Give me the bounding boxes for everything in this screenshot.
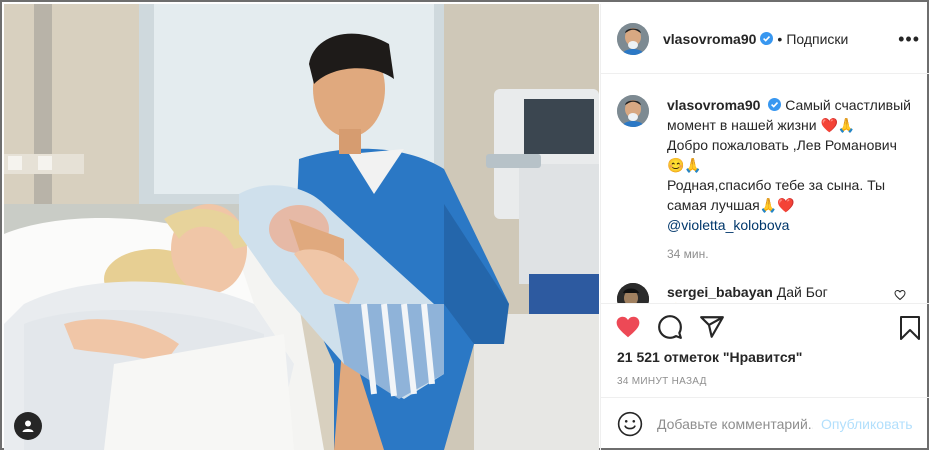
share-icon[interactable] <box>699 314 725 340</box>
comment-body: Дай Бог <box>776 284 828 300</box>
user-tag-button[interactable] <box>14 412 42 440</box>
post-actions: 21 521 отметок "Нравится" 34 МИНУТ НАЗАД <box>601 303 929 393</box>
avatar-image <box>617 95 649 127</box>
post-modal: vlasovroma90 • Подписки ••• vlasovroma90… <box>0 0 929 450</box>
smile-icon[interactable] <box>617 411 643 437</box>
caption: vlasovroma90 Самый счастливый момент в н… <box>617 95 914 235</box>
author-username[interactable]: vlasovroma90 <box>663 31 756 47</box>
more-options-icon[interactable]: ••• <box>898 30 920 48</box>
user-tag-icon <box>22 420 34 432</box>
publish-button[interactable]: Опубликовать <box>821 416 913 432</box>
comments-section: vlasovroma90 Самый счастливый момент в н… <box>601 75 929 303</box>
likes-count[interactable]: 21 521 отметок "Нравится" <box>617 349 802 365</box>
author-avatar[interactable] <box>617 22 649 55</box>
commenter-username[interactable]: sergei_babayan <box>667 284 773 300</box>
like-icon[interactable] <box>615 314 641 340</box>
caption-mention-link[interactable]: @violetta_kolobova <box>667 217 789 233</box>
post-date[interactable]: 34 МИНУТ НАЗАД <box>617 376 707 387</box>
comment-icon[interactable] <box>657 314 683 340</box>
caption-time[interactable]: 34 мин. <box>667 247 914 261</box>
post-details-panel: vlasovroma90 • Подписки ••• vlasovroma90… <box>600 4 929 450</box>
caption-emoji-2: 😊🙏 <box>667 157 702 173</box>
commenter-avatar[interactable] <box>617 283 649 303</box>
caption-emoji-3: 🙏❤️ <box>759 197 795 213</box>
post-photo[interactable] <box>4 4 599 450</box>
caption-line-2: Добро пожаловать ,Лев Романович <box>667 137 897 153</box>
avatar-image <box>617 22 649 55</box>
save-icon[interactable] <box>898 315 922 341</box>
comment-input[interactable] <box>657 416 813 432</box>
caption-author-avatar[interactable] <box>617 95 649 127</box>
comment-text: sergei_babayan Дай Бог 😊🙏🙏🙏 <box>667 283 828 303</box>
action-icons <box>615 314 725 342</box>
avatar-image <box>617 283 649 303</box>
verified-icon <box>768 98 782 111</box>
caption-text: vlasovroma90 Самый счастливый момент в н… <box>667 95 913 235</box>
comment-item: sergei_babayan Дай Бог 😊🙏🙏🙏 <box>617 283 914 303</box>
caption-username[interactable]: vlasovroma90 <box>667 97 760 113</box>
add-comment-bar: Опубликовать <box>601 397 929 450</box>
comment-like-icon[interactable] <box>894 289 906 301</box>
verified-icon <box>760 32 774 45</box>
post-header: vlasovroma90 • Подписки ••• <box>601 4 929 74</box>
caption-emoji-1: ❤️🙏 <box>820 117 856 133</box>
hospital-photo <box>4 4 599 450</box>
header-separator: • <box>777 30 783 47</box>
following-button[interactable]: Подписки <box>786 31 848 47</box>
